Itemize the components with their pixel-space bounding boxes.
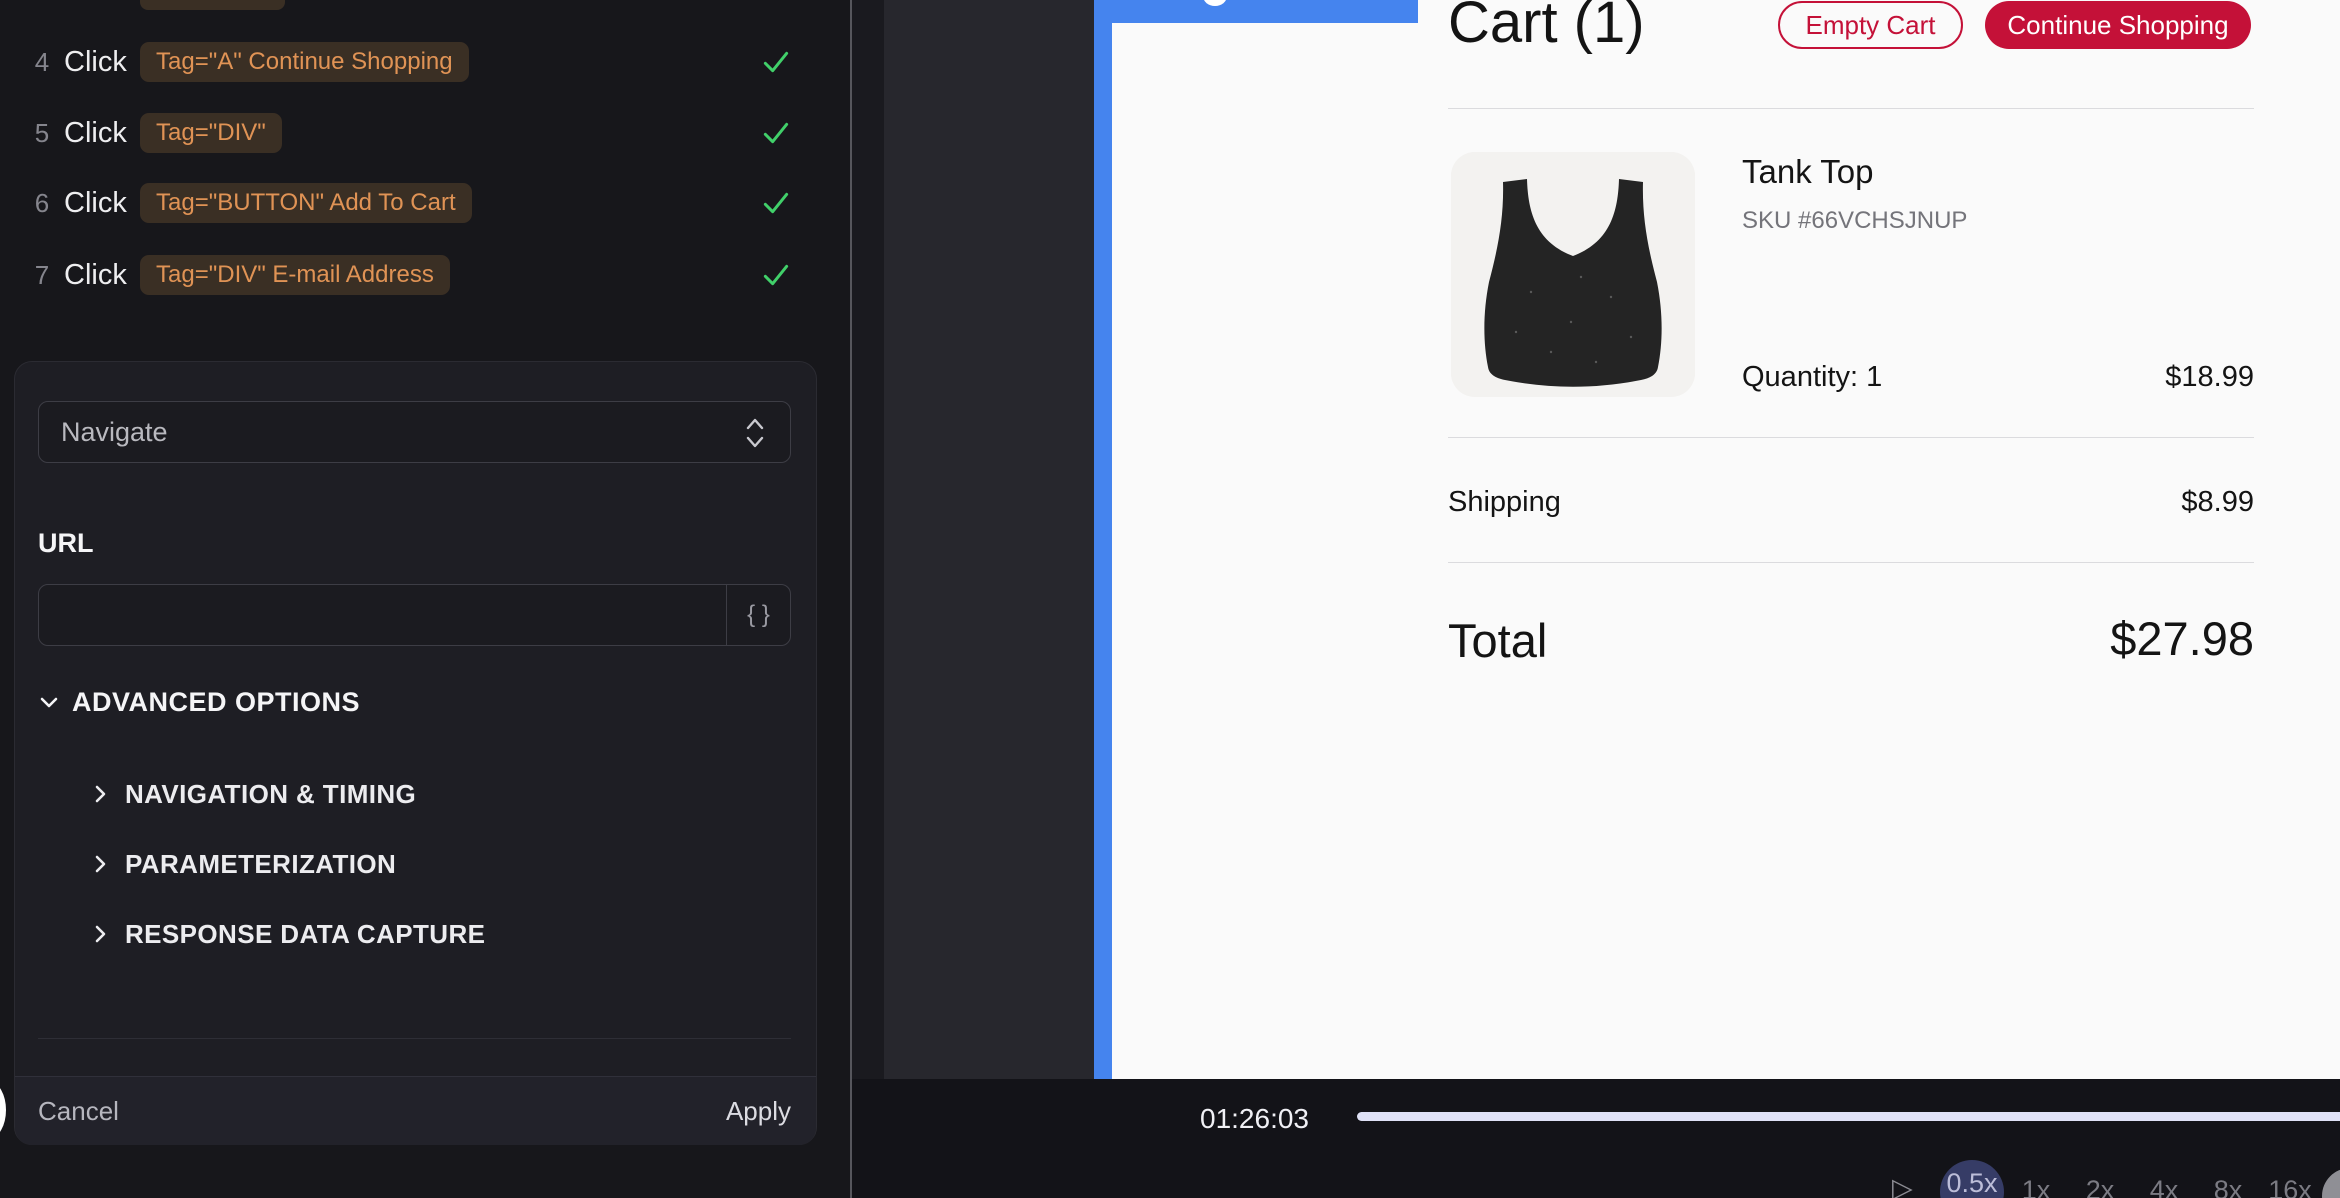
check-icon — [760, 259, 792, 291]
chevron-right-icon — [89, 923, 111, 945]
divider — [1448, 562, 2254, 563]
apply-button[interactable]: Apply — [726, 1096, 791, 1127]
action-type-value: Navigate — [61, 417, 168, 448]
speed-1x[interactable]: 1x — [2004, 1175, 2068, 1198]
total-value: $27.98 — [2110, 611, 2254, 666]
product-price: $18.99 — [2165, 361, 2254, 394]
step-row-7[interactable]: 7 Click Tag="DIV" E-mail Address — [0, 255, 850, 295]
step-number: 6 — [28, 188, 56, 219]
speed-16x[interactable]: 16x — [2258, 1175, 2322, 1198]
step-row-6[interactable]: 6 Click Tag="BUTTON" Add To Cart — [0, 183, 850, 223]
step-selector-badge[interactable]: Tag="A" Continue Shopping — [140, 42, 469, 82]
section-navigation-timing[interactable]: NAVIGATION & TIMING — [89, 778, 416, 810]
check-icon — [760, 187, 792, 219]
step-selector-badge[interactable]: Tag="BUTTON" Add To Cart — [140, 183, 472, 223]
step-selector-badge[interactable]: Tag="DIV" E-mail Address — [140, 255, 450, 295]
product-name: Tank Top — [1742, 153, 1873, 191]
replay-viewport: Cart (1) Empty Cart Continue Shopping — [852, 0, 2340, 1079]
step-row-5[interactable]: 5 Click Tag="DIV" — [0, 113, 850, 153]
step-action: Click — [64, 259, 127, 292]
chevron-down-icon — [38, 691, 60, 713]
insert-variable-button[interactable]: { } — [726, 585, 790, 645]
step-editor-panel: Navigate URL { } ADVANCED OPTIONS NAVIGA… — [14, 361, 817, 1145]
play-icon[interactable]: ▷ — [1892, 1173, 1913, 1198]
automation-replay-app: 4 Click Tag="A" Continue Shopping 5 Clic… — [0, 0, 2340, 1198]
progress-bar[interactable] — [1357, 1112, 2340, 1121]
divider — [1448, 108, 2254, 109]
section-label: PARAMETERIZATION — [125, 849, 396, 880]
step-action: Click — [64, 187, 127, 220]
speed-4x[interactable]: 4x — [2132, 1175, 2196, 1198]
player-controls: 01:26:03 ▷ 0.5x 1x 2x 4x 8x 16x — [852, 1079, 2340, 1198]
speed-0.5x-selected[interactable]: 0.5x — [1940, 1160, 2004, 1198]
step-number: 4 — [28, 47, 56, 78]
editor-divider — [38, 1038, 791, 1039]
cart-title: Cart (1) — [1448, 0, 1645, 55]
empty-cart-button: Empty Cart — [1778, 1, 1963, 49]
step-badge-partial — [140, 0, 285, 10]
section-label: NAVIGATION & TIMING — [125, 779, 416, 810]
section-parameterization[interactable]: PARAMETERIZATION — [89, 848, 396, 880]
continue-shopping-button: Continue Shopping — [1985, 1, 2251, 49]
steps-sidebar: 4 Click Tag="A" Continue Shopping 5 Clic… — [0, 0, 850, 1198]
product-quantity: Quantity: 1 — [1742, 361, 1882, 394]
divider — [1448, 437, 2254, 438]
element-highlight-strip — [1094, 0, 1112, 1079]
viewport-gutter — [852, 0, 884, 1079]
replay-pane: Cart (1) Empty Cart Continue Shopping — [852, 0, 2340, 1198]
speed-8x[interactable]: 8x — [2196, 1175, 2260, 1198]
url-input: { } — [38, 584, 791, 646]
step-selector-badge[interactable]: Tag="DIV" — [140, 113, 282, 153]
element-highlight-overlay — [1112, 0, 1418, 23]
advanced-options-toggle[interactable]: ADVANCED OPTIONS — [38, 686, 360, 718]
shipping-label: Shipping — [1448, 486, 1561, 519]
partial-circle-indicator[interactable] — [2322, 1168, 2340, 1198]
section-response-data-capture[interactable]: RESPONSE DATA CAPTURE — [89, 918, 485, 950]
check-icon — [760, 46, 792, 78]
chevron-right-icon — [89, 853, 111, 875]
advanced-options-label: ADVANCED OPTIONS — [72, 687, 360, 718]
chevron-up-down-icon — [744, 416, 766, 450]
product-image — [1451, 152, 1695, 397]
section-label: RESPONSE DATA CAPTURE — [125, 919, 485, 950]
action-type-select[interactable]: Navigate — [38, 401, 791, 463]
cancel-button[interactable]: Cancel — [38, 1096, 119, 1127]
url-label: URL — [38, 528, 94, 559]
step-row-4[interactable]: 4 Click Tag="A" Continue Shopping — [0, 42, 850, 82]
playback-timestamp: 01:26:03 — [1200, 1103, 1309, 1135]
clipped-text-glyph — [1203, 0, 1227, 6]
tank-top-illustration — [1451, 152, 1695, 396]
shipping-value: $8.99 — [2181, 486, 2254, 519]
step-action: Click — [64, 117, 127, 150]
url-field[interactable] — [39, 585, 726, 645]
panel-collapse-handle[interactable] — [0, 1082, 6, 1138]
total-label: Total — [1448, 613, 1547, 668]
speed-2x[interactable]: 2x — [2068, 1175, 2132, 1198]
chevron-right-icon — [89, 783, 111, 805]
editor-footer: Cancel Apply — [15, 1076, 816, 1145]
replayed-cart-page: Cart (1) Empty Cart Continue Shopping — [1112, 0, 2340, 1079]
step-number: 7 — [28, 260, 56, 291]
product-sku: SKU #66VCHSJNUP — [1742, 207, 1967, 235]
step-number: 5 — [28, 118, 56, 149]
step-action: Click — [64, 46, 127, 79]
check-icon — [760, 117, 792, 149]
